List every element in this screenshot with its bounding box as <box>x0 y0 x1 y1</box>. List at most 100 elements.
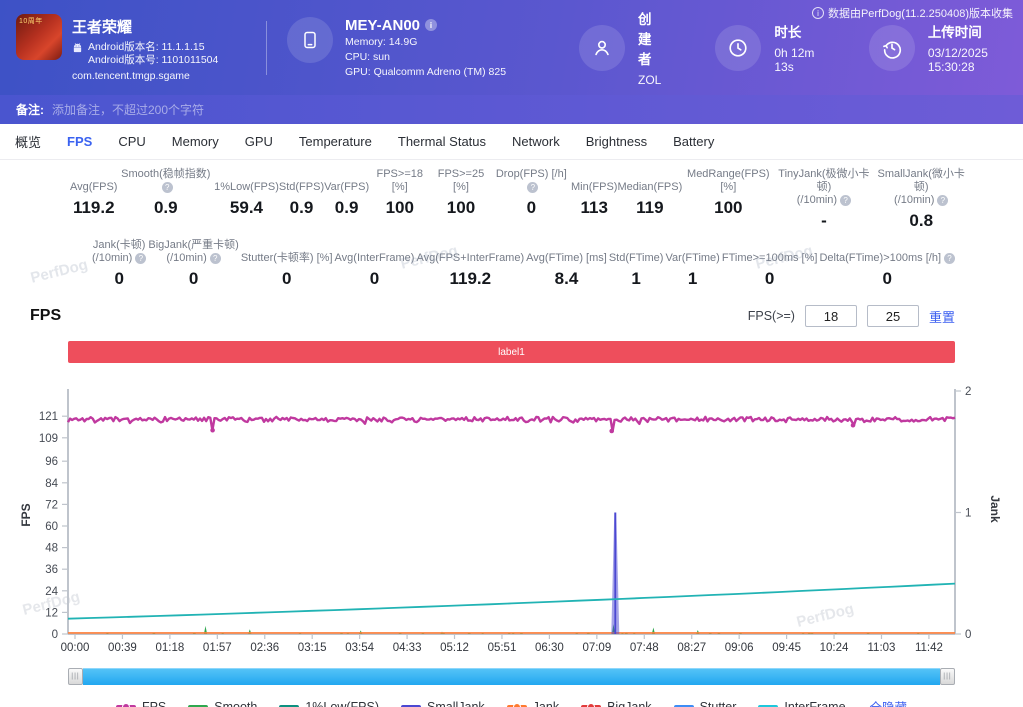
legend-item-BigJank[interactable]: BigJank <box>581 700 651 707</box>
creator-label: 创建者 <box>638 8 661 68</box>
stat-value: 100 <box>386 198 414 218</box>
legend-label: Jank <box>533 700 559 707</box>
svg-text:03:54: 03:54 <box>345 642 374 654</box>
tab-Brightness[interactable]: Brightness <box>586 134 647 149</box>
legend-label: SmallJank <box>427 700 485 707</box>
stat-Stutter(卡顿率) [%]: Stutter(卡顿率) [%]0 <box>241 239 333 289</box>
tab-Network[interactable]: Network <box>512 134 560 149</box>
stat-value: 0 <box>370 269 379 289</box>
tab-Battery[interactable]: Battery <box>673 134 714 149</box>
help-icon[interactable]: ? <box>944 253 955 264</box>
stat-value: 1 <box>631 269 640 289</box>
legend-label: Smooth <box>214 700 257 707</box>
info-icon: i <box>812 7 824 19</box>
svg-text:11:03: 11:03 <box>868 642 896 654</box>
stat-value: 8.4 <box>555 269 579 289</box>
legend-item-1%Low(FPS)[interactable]: 1%Low(FPS) <box>279 700 379 707</box>
stat-Smooth(稳帧指数): Smooth(稳帧指数)?0.9 <box>117 168 214 231</box>
svg-text:03:15: 03:15 <box>298 642 327 654</box>
svg-text:36: 36 <box>45 564 58 576</box>
stat-Drop(FPS) [/h]: Drop(FPS) [/h]?0 <box>492 168 571 231</box>
stat-MedRange(FPS)[%]: MedRange(FPS)[%]100 <box>682 168 774 231</box>
reset-button[interactable]: 重置 <box>929 307 955 326</box>
svg-text:84: 84 <box>45 478 58 490</box>
stat-value: 113 <box>581 198 608 218</box>
stat-value: 0 <box>882 269 891 289</box>
tab-bar: 概览 FPS CPU Memory GPU Temperature Thermal Stat… <box>0 124 1023 160</box>
device-name: MEY-AN00 <box>345 17 420 34</box>
fps-threshold-input-1[interactable] <box>805 305 857 327</box>
svg-text:10:24: 10:24 <box>820 642 849 654</box>
help-icon[interactable]: ? <box>840 195 851 206</box>
svg-text:109: 109 <box>39 433 58 445</box>
svg-text:08:27: 08:27 <box>677 642 706 654</box>
fps-chart-canvas: PerfDogPerfDog12110996847260483624120210… <box>0 369 1023 657</box>
stat-FTime>=100ms [%]: FTime>=100ms [%]0 <box>722 239 818 289</box>
legend-item-Jank[interactable]: Jank <box>507 700 559 707</box>
duration-label: 时长 <box>774 21 814 41</box>
slider-track[interactable] <box>83 668 940 685</box>
help-icon[interactable]: ? <box>135 253 146 264</box>
stat-value: - <box>821 211 827 231</box>
header-divider <box>266 21 267 75</box>
tab-Thermal Status[interactable]: Thermal Status <box>398 134 486 149</box>
help-icon[interactable]: ? <box>210 253 221 264</box>
stat-BigJank(严重卡顿): BigJank(严重卡顿)(/10min)?0 <box>148 239 238 289</box>
svg-text:09:06: 09:06 <box>725 642 754 654</box>
svg-text:24: 24 <box>45 586 58 598</box>
collect-info: i 数据由PerfDog(11.2.250408)版本收集 <box>812 5 1013 21</box>
help-icon[interactable]: ? <box>162 182 173 193</box>
svg-text:FPS: FPS <box>19 503 33 526</box>
tab-Memory[interactable]: Memory <box>172 134 219 149</box>
svg-text:121: 121 <box>39 411 58 423</box>
tab-CPU[interactable]: CPU <box>118 134 145 149</box>
device-gpu: GPU: Qualcomm Adreno (TM) 825 <box>345 65 506 79</box>
tab-GPU[interactable]: GPU <box>245 134 273 149</box>
game-title: 王者荣耀 <box>72 16 218 37</box>
tab-FPS[interactable]: FPS <box>67 134 92 149</box>
svg-text:06:30: 06:30 <box>535 642 564 654</box>
stat-Avg(FTime) [ms]: Avg(FTime) [ms]8.4 <box>526 239 607 289</box>
tab-概览[interactable]: 概览 <box>15 132 41 151</box>
svg-text:07:09: 07:09 <box>582 642 611 654</box>
note-bar[interactable]: 备注: 添加备注，不超过200个字符 <box>0 95 1023 124</box>
help-icon[interactable]: ? <box>527 182 538 193</box>
svg-text:07:48: 07:48 <box>630 642 659 654</box>
stat-value: 0.9 <box>290 198 314 218</box>
legend-item-Stutter[interactable]: Stutter <box>674 700 737 707</box>
stat-Median(FPS): Median(FPS)119 <box>617 168 682 231</box>
legend-item-FPS[interactable]: FPS <box>116 700 166 707</box>
svg-text:60: 60 <box>45 521 58 533</box>
stat-value: 0.8 <box>909 211 933 231</box>
stat-Avg(FPS+InterFrame): Avg(FPS+InterFrame)119.2 <box>416 239 524 289</box>
chart-label-banner: label1 <box>68 341 955 363</box>
android-version-code: Android版本号: 1101011504 <box>88 54 218 67</box>
legend-label: BigJank <box>607 700 651 707</box>
svg-text:0: 0 <box>52 629 58 641</box>
stat-1%Low(FPS): 1%Low(FPS)59.4 <box>214 168 279 231</box>
svg-text:02:36: 02:36 <box>250 642 279 654</box>
stat-FPS>=25 [%]: FPS>=25 [%]100 <box>430 168 491 231</box>
stat-Avg(InterFrame): Avg(InterFrame)0 <box>335 239 415 289</box>
device-info-icon[interactable]: i <box>425 19 437 31</box>
clock-icon <box>715 25 761 71</box>
svg-text:1: 1 <box>965 508 971 520</box>
fps-threshold-input-2[interactable] <box>867 305 919 327</box>
legend-item-SmallJank[interactable]: SmallJank <box>401 700 485 707</box>
stat-Delta(FTime)>100ms [/h]: Delta(FTime)>100ms [/h]?0 <box>819 239 955 289</box>
duration-block: 时长 0h 12m 13s <box>715 21 814 74</box>
stats-row-2: PerfDog PerfDog PerfDog Jank(卡顿)(/10min)… <box>0 235 1023 297</box>
legend-label: Stutter <box>700 700 737 707</box>
stat-TinyJank(极微小卡顿): TinyJank(极微小卡顿)(/10min)?- <box>774 168 873 231</box>
collect-info-text: 数据由PerfDog(11.2.250408)版本收集 <box>828 5 1013 21</box>
hide-all-link[interactable]: 全隐藏 <box>870 697 908 707</box>
slider-handle-left[interactable]: ||| <box>68 668 83 685</box>
legend-item-InterFrame[interactable]: InterFrame <box>758 700 845 707</box>
svg-text:00:00: 00:00 <box>61 642 90 654</box>
stat-value: 0.9 <box>335 198 359 218</box>
legend-item-Smooth[interactable]: Smooth <box>188 700 257 707</box>
tab-Temperature[interactable]: Temperature <box>299 134 372 149</box>
slider-handle-right[interactable]: ||| <box>940 668 955 685</box>
android-version-name: Android版本名: 11.1.1.15 <box>88 41 218 54</box>
help-icon[interactable]: ? <box>937 195 948 206</box>
